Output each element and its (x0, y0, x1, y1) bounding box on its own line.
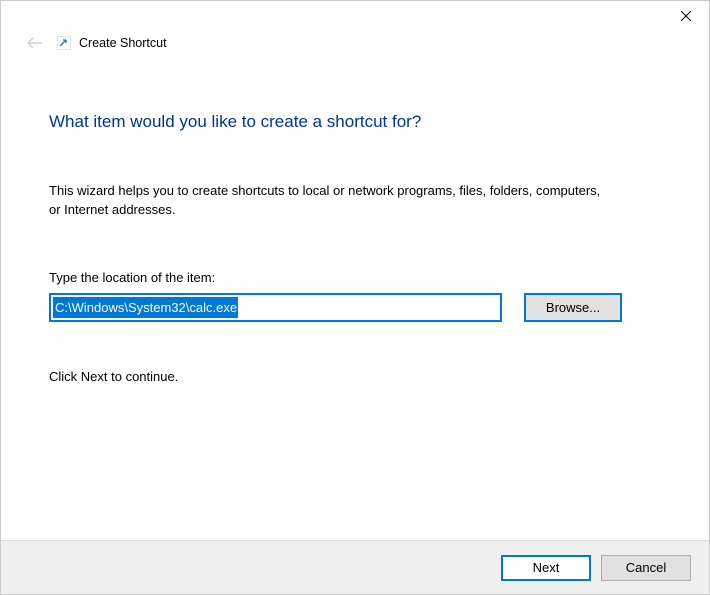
location-input-value: C:\Windows\System32\calc.exe (53, 297, 238, 318)
close-icon (681, 11, 691, 21)
window-title: Create Shortcut (79, 36, 167, 50)
back-arrow-icon (27, 37, 43, 49)
close-button[interactable] (663, 1, 709, 31)
continue-text: Click Next to continue. (49, 369, 661, 384)
input-row: C:\Windows\System32\calc.exe Browse... (49, 293, 661, 322)
browse-button[interactable]: Browse... (524, 293, 622, 322)
footer: Next Cancel (1, 540, 709, 594)
header: Create Shortcut (1, 29, 709, 57)
location-label: Type the location of the item: (49, 270, 661, 285)
description-text: This wizard helps you to create shortcut… (49, 182, 609, 220)
cancel-button[interactable]: Cancel (601, 555, 691, 581)
content-area: What item would you like to create a sho… (1, 57, 709, 384)
shortcut-icon (57, 36, 71, 50)
back-button (25, 33, 45, 53)
location-input[interactable]: C:\Windows\System32\calc.exe (49, 293, 502, 322)
page-heading: What item would you like to create a sho… (49, 112, 661, 132)
next-button[interactable]: Next (501, 555, 591, 581)
